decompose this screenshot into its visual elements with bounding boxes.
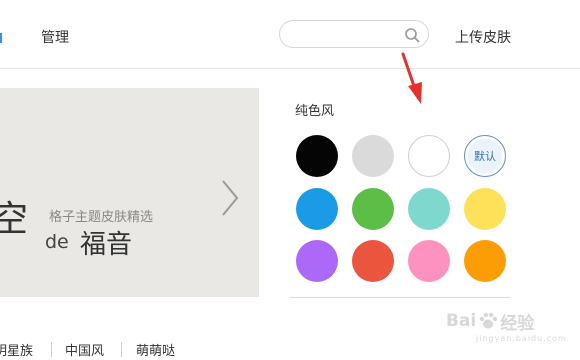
- swatch-yellow[interactable]: [464, 188, 506, 230]
- category-stars[interactable]: 明星族: [0, 340, 33, 359]
- category-cute[interactable]: 萌萌哒: [136, 340, 175, 359]
- default-swatch-label: 默认: [474, 150, 496, 163]
- swatch-orange[interactable]: [464, 240, 506, 282]
- upload-skin-link[interactable]: 上传皮肤: [455, 27, 511, 47]
- swatch-red[interactable]: [352, 240, 394, 282]
- search-box[interactable]: [279, 20, 429, 48]
- default-swatch-inner: 默认: [468, 139, 502, 173]
- banner-big-char: 空: [0, 199, 29, 240]
- category-chinese-style[interactable]: 中国风: [65, 340, 104, 359]
- skin-banner[interactable]: 空 格子主题皮肤精选 de 福音: [0, 88, 259, 297]
- top-bar: 管理 上传皮肤: [0, 0, 580, 69]
- chevron-right-icon[interactable]: [218, 178, 242, 218]
- category-separator: [51, 342, 52, 357]
- search-icon[interactable]: [404, 27, 420, 43]
- watermark-url: jingyan.baidu.com: [476, 334, 567, 343]
- paw-logo-icon: [480, 312, 498, 329]
- red-arrow-annotation: [401, 52, 422, 104]
- category-separator: [121, 342, 122, 357]
- manage-tab[interactable]: 管理: [41, 27, 69, 47]
- panel-divider: [290, 297, 510, 298]
- baidu-watermark: Bai 经验: [446, 308, 574, 334]
- active-tab-indicator: [0, 33, 2, 43]
- banner-de-text: de: [45, 231, 69, 253]
- swatch-green[interactable]: [352, 188, 394, 230]
- swatch-white[interactable]: [408, 135, 450, 177]
- banner-main-text: 福音: [80, 230, 133, 260]
- watermark-text: Bai: [446, 311, 477, 331]
- swatch-default[interactable]: 默认: [464, 135, 506, 177]
- watermark-text-jingyan: 经验: [500, 313, 535, 334]
- swatch-teal[interactable]: [408, 188, 450, 230]
- swatch-black[interactable]: [296, 135, 338, 177]
- swatch-purple[interactable]: [296, 240, 338, 282]
- banner-subtitle: 格子主题皮肤精选: [49, 210, 154, 225]
- swatch-pink[interactable]: [408, 240, 450, 282]
- solid-color-section-title: 纯色风: [295, 104, 335, 119]
- swatch-light-gray[interactable]: [352, 135, 394, 177]
- search-input[interactable]: [292, 25, 406, 45]
- swatch-blue[interactable]: [296, 188, 338, 230]
